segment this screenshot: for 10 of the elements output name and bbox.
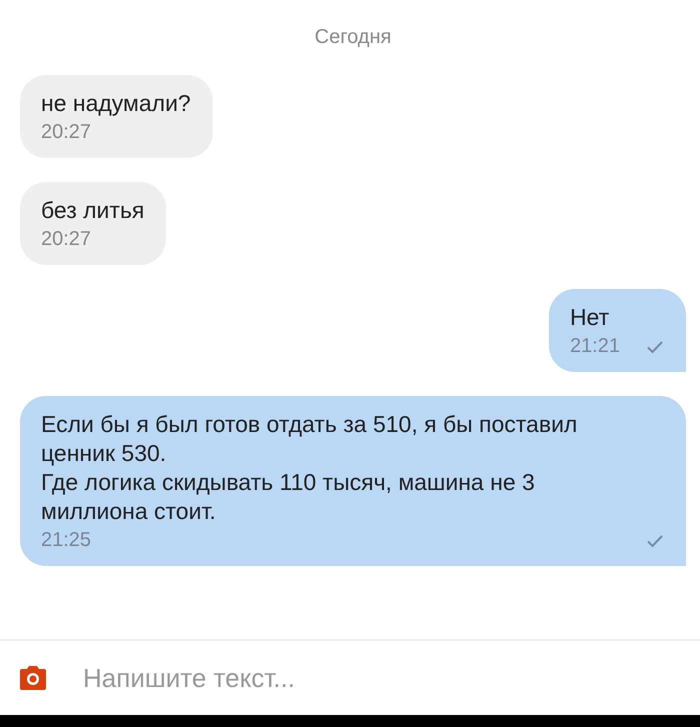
date-divider: Сегодня <box>314 26 392 49</box>
message-time: 21:25 <box>41 529 92 552</box>
message-time: 20:27 <box>41 121 92 144</box>
message-text: без литья <box>41 196 144 225</box>
message-input[interactable]: Напишите текст... <box>81 662 684 694</box>
message-text: Если бы я был готов отдать за 510, я бы поставил ценник 530. Где логика скидывать 110 тысяч, машина не 3 миллиона стоит. <box>41 410 578 526</box>
message-time: 21:21 <box>570 335 620 358</box>
message-text: не надумали? <box>41 89 191 118</box>
message-time: 20:27 <box>41 228 92 251</box>
message-text: Нет <box>570 303 610 332</box>
